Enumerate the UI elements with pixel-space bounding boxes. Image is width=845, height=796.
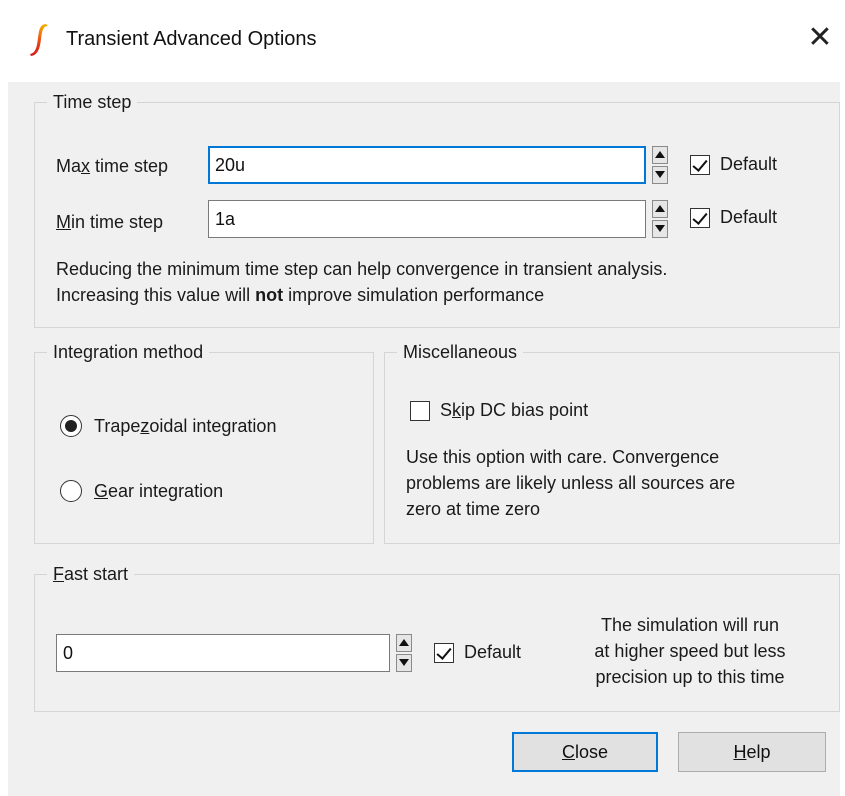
min-time-step-input[interactable]: 1a [208,200,646,238]
gear-radio[interactable] [60,480,82,502]
fast-start-note-line: at higher speed but less [594,641,786,661]
miscellaneous-note: Use this option with care. Convergence p… [406,444,836,522]
spin-up-icon[interactable] [396,634,412,652]
fast-start-legend: Fast start [53,564,129,584]
spin-up-icon[interactable] [652,146,668,164]
spin-down-icon[interactable] [396,654,412,672]
spin-down-icon[interactable] [652,220,668,238]
min-time-step-default-checkbox[interactable] [690,208,710,228]
spin-down-icon[interactable] [652,166,668,184]
trapezoidal-label[interactable]: Trapezoidal integration [94,416,276,437]
max-time-step-label: Max time step [56,156,169,176]
fast-start-default-checkbox[interactable] [434,643,454,663]
fast-start-note-line: The simulation will run [600,615,780,635]
time-step-note-line1: Reducing the minimum time step can help … [56,259,668,279]
gear-label[interactable]: Gear integration [94,481,223,502]
integration-method-group: Integration method [34,342,374,544]
max-time-step-default-checkbox[interactable] [690,155,710,175]
app-logo-icon [30,24,48,56]
max-time-step-spinner[interactable] [652,146,668,184]
close-window-icon[interactable]: ✕ [800,18,840,58]
trapezoidal-radio[interactable] [60,415,82,437]
help-button[interactable]: Help [678,732,826,772]
max-time-step-input[interactable]: 20u [208,146,646,184]
time-step-note-line2: Increasing this value will not improve s… [56,285,545,305]
misc-note-line: zero at time zero [406,499,541,519]
spin-up-icon[interactable] [652,200,668,218]
fast-start-note-line: precision up to this time [595,667,785,687]
integration-method-legend: Integration method [53,342,204,362]
fast-start-input[interactable]: 0 [56,634,390,672]
transient-advanced-options-dialog: Transient Advanced Options ✕ Time step M… [8,0,840,796]
misc-note-line: problems are likely unless all sources a… [406,473,736,493]
min-time-step-label: Min time step [56,212,164,232]
title-bar: Transient Advanced Options ✕ [8,0,840,82]
skip-dc-bias-checkbox[interactable] [410,401,430,421]
min-time-step-spinner[interactable] [652,200,668,238]
miscellaneous-legend: Miscellaneous [403,342,518,362]
time-step-legend: Time step [53,92,132,112]
time-step-note: Reducing the minimum time step can help … [56,256,836,308]
skip-dc-bias-label[interactable]: Skip DC bias point [440,400,588,421]
min-time-step-default-label: Default [720,207,778,227]
fast-start-note: The simulation will run at higher speed … [556,612,824,690]
fast-start-default-label: Default [464,642,522,662]
max-time-step-default-label: Default [720,154,778,174]
window-title: Transient Advanced Options [66,28,317,50]
misc-note-line: Use this option with care. Convergence [406,447,720,467]
close-button[interactable]: Close [512,732,658,772]
fast-start-spinner[interactable] [396,634,412,672]
